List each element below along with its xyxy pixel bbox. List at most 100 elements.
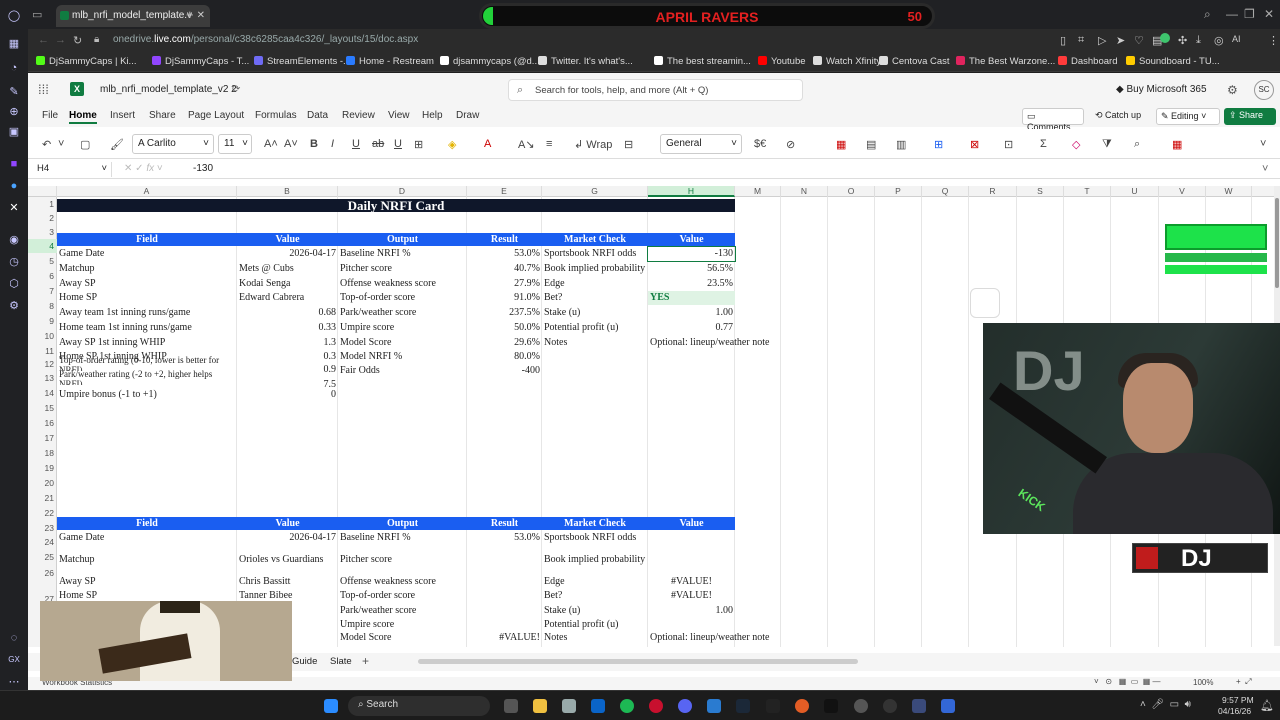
column-header-b[interactable]: B	[237, 186, 338, 197]
header-field[interactable]: Field	[57, 517, 237, 530]
tab-view[interactable]: View	[388, 110, 410, 121]
reload-icon[interactable]: ↻	[73, 34, 82, 47]
column-header-n[interactable]: N	[781, 186, 828, 197]
forward-icon[interactable]: →	[55, 34, 66, 46]
name-box[interactable]: H4 ˅	[34, 162, 112, 177]
output-label[interactable]: Offense weakness score	[340, 277, 465, 291]
output-label[interactable]: Pitcher score	[340, 553, 465, 567]
search-box[interactable]: ⌕ Search for tools, help, and more (Alt …	[508, 79, 803, 101]
column-header-e[interactable]: E	[467, 186, 542, 197]
align-icon[interactable]: ≡	[546, 138, 552, 150]
clock-date[interactable]: 04/16/26	[1218, 706, 1251, 716]
bookmark-item[interactable]: Twitter. It's what's...	[538, 56, 633, 67]
header-mvalue[interactable]: Value	[648, 233, 735, 246]
font-name-select[interactable]: A Carlito ˅	[132, 134, 214, 154]
sidebar-app-icon[interactable]: ✎	[6, 84, 22, 100]
editing-mode-button[interactable]: ✎ Editing ˅	[1156, 108, 1220, 125]
market-value[interactable]: 1.00	[650, 604, 734, 618]
market-value[interactable]: #VALUE!	[650, 575, 733, 589]
header-value[interactable]: Value	[237, 233, 338, 246]
store-icon[interactable]	[562, 699, 576, 713]
column-header-w[interactable]: W	[1206, 186, 1252, 197]
bold-button[interactable]: B	[310, 138, 318, 150]
column-header-g[interactable]: G	[542, 186, 648, 197]
field-value[interactable]: 2026-04-17	[239, 247, 336, 261]
row-header-12[interactable]: 12	[28, 357, 57, 371]
clear-icon[interactable]: ◇	[1072, 138, 1080, 151]
notification-icon[interactable]: 🔔︎	[1260, 699, 1274, 712]
bookmark-item[interactable]: Watch Xfinity	[813, 56, 881, 67]
row-header-19[interactable]: 19	[28, 461, 57, 475]
tab-share[interactable]: Share	[149, 110, 176, 121]
output-label[interactable]: Top-of-order score	[340, 589, 465, 603]
market-value[interactable]: 1.00	[650, 306, 734, 320]
output-label[interactable]: Umpire score	[340, 321, 465, 335]
opera-gx-icon[interactable]	[649, 699, 663, 713]
taskbar-search[interactable]: ⌕ Search	[348, 696, 490, 716]
clipboard-icon[interactable]: ▢	[80, 138, 90, 151]
sidebar-app-icon[interactable]: ◌	[6, 630, 22, 646]
market-label[interactable]: Sportsbook NRFI odds	[544, 247, 646, 261]
bookmark-item[interactable]: Youtube	[758, 56, 806, 67]
market-label[interactable]: Edge	[544, 575, 646, 589]
sidebar-app-icon[interactable]: ⊕	[6, 104, 22, 120]
clear-format-icon[interactable]: A↘	[518, 138, 535, 151]
output-label[interactable]: Model NRFI %	[340, 350, 465, 364]
output-label[interactable]: Offense weakness score	[340, 575, 465, 589]
row-header-25[interactable]: 25	[28, 550, 57, 564]
row-header-9[interactable]: 9	[28, 314, 57, 328]
row-header-18[interactable]: 18	[28, 446, 57, 460]
underline-button[interactable]: U	[352, 138, 360, 150]
row-header-23[interactable]: 23	[28, 521, 57, 535]
catchup-button[interactable]: ⟲ Catch up	[1091, 108, 1155, 125]
document-title[interactable]: mlb_nrfi_model_template_v2 2	[100, 84, 237, 95]
play-icon[interactable]: ▷	[1098, 34, 1106, 47]
app-icon[interactable]	[912, 699, 926, 713]
currency-icon[interactable]: $€	[754, 138, 766, 150]
strikethrough-button[interactable]: ab	[372, 138, 384, 150]
header-result[interactable]: Result	[467, 517, 542, 530]
field-label[interactable]: Park/weather rating (-2 to +2, higher he…	[59, 369, 235, 385]
formula-input[interactable]: -130	[193, 163, 213, 174]
bookmark-item[interactable]: Home - Restream	[346, 56, 434, 67]
row-header-7[interactable]: 7	[28, 284, 57, 298]
app-icon[interactable]	[824, 699, 838, 713]
sidebar-app-icon[interactable]: ◔	[6, 60, 22, 76]
field-label[interactable]: Matchup	[59, 262, 235, 276]
card-title[interactable]: Daily NRFI Card	[57, 199, 735, 213]
windows-start-icon[interactable]	[324, 699, 338, 713]
market-label[interactable]: Stake (u)	[544, 604, 646, 618]
sidebar-app-icon[interactable]: ▦	[6, 36, 22, 52]
format-painter-icon[interactable]: 🖌︎	[110, 138, 124, 151]
market-label[interactable]: Potential profit (u)	[544, 618, 646, 632]
field-value[interactable]: Orioles vs Guardians	[239, 553, 336, 567]
tab-data[interactable]: Data	[307, 110, 328, 121]
output-value[interactable]: 53.0%	[469, 531, 540, 545]
row-header-4[interactable]: 4	[28, 239, 57, 253]
app-launcher-icon[interactable]: ⁞⁞⁞	[38, 82, 49, 97]
market-value[interactable]: Optional: lineup/weather note	[650, 631, 780, 645]
field-value[interactable]: 1.3	[239, 336, 337, 350]
file-explorer-icon[interactable]	[533, 699, 547, 713]
twitch-icon[interactable]: ■	[6, 156, 22, 172]
field-value[interactable]: 0.3	[239, 350, 337, 364]
header-market[interactable]: Market Check	[542, 517, 648, 530]
settings-icon[interactable]: ⚙	[6, 298, 22, 314]
header-output[interactable]: Output	[338, 517, 467, 530]
search-icon[interactable]: ⌕	[1204, 7, 1211, 22]
row-header-6[interactable]: 6	[28, 269, 57, 283]
add-sheet-button[interactable]: +	[362, 654, 369, 668]
wrap-text-button[interactable]: ↲ Wrap	[574, 138, 612, 151]
output-label[interactable]: Baseline NRFI %	[340, 531, 465, 545]
tab-page-layout[interactable]: Page Layout	[188, 110, 244, 121]
app-icon[interactable]	[795, 699, 809, 713]
row-header-5[interactable]: 5	[28, 254, 57, 268]
screenshot-icon[interactable]: ⌗	[1078, 34, 1084, 47]
addins-icon[interactable]: ▦	[1172, 138, 1182, 151]
bookmark-item[interactable]: Soundboard - TU...	[1126, 56, 1220, 67]
task-view-icon[interactable]	[504, 699, 518, 713]
market-value[interactable]: Optional: lineup/weather note	[650, 336, 780, 350]
tab-insert[interactable]: Insert	[110, 110, 135, 121]
market-value[interactable]: 23.5%	[650, 277, 733, 291]
minimize-icon[interactable]: —	[1226, 7, 1238, 21]
